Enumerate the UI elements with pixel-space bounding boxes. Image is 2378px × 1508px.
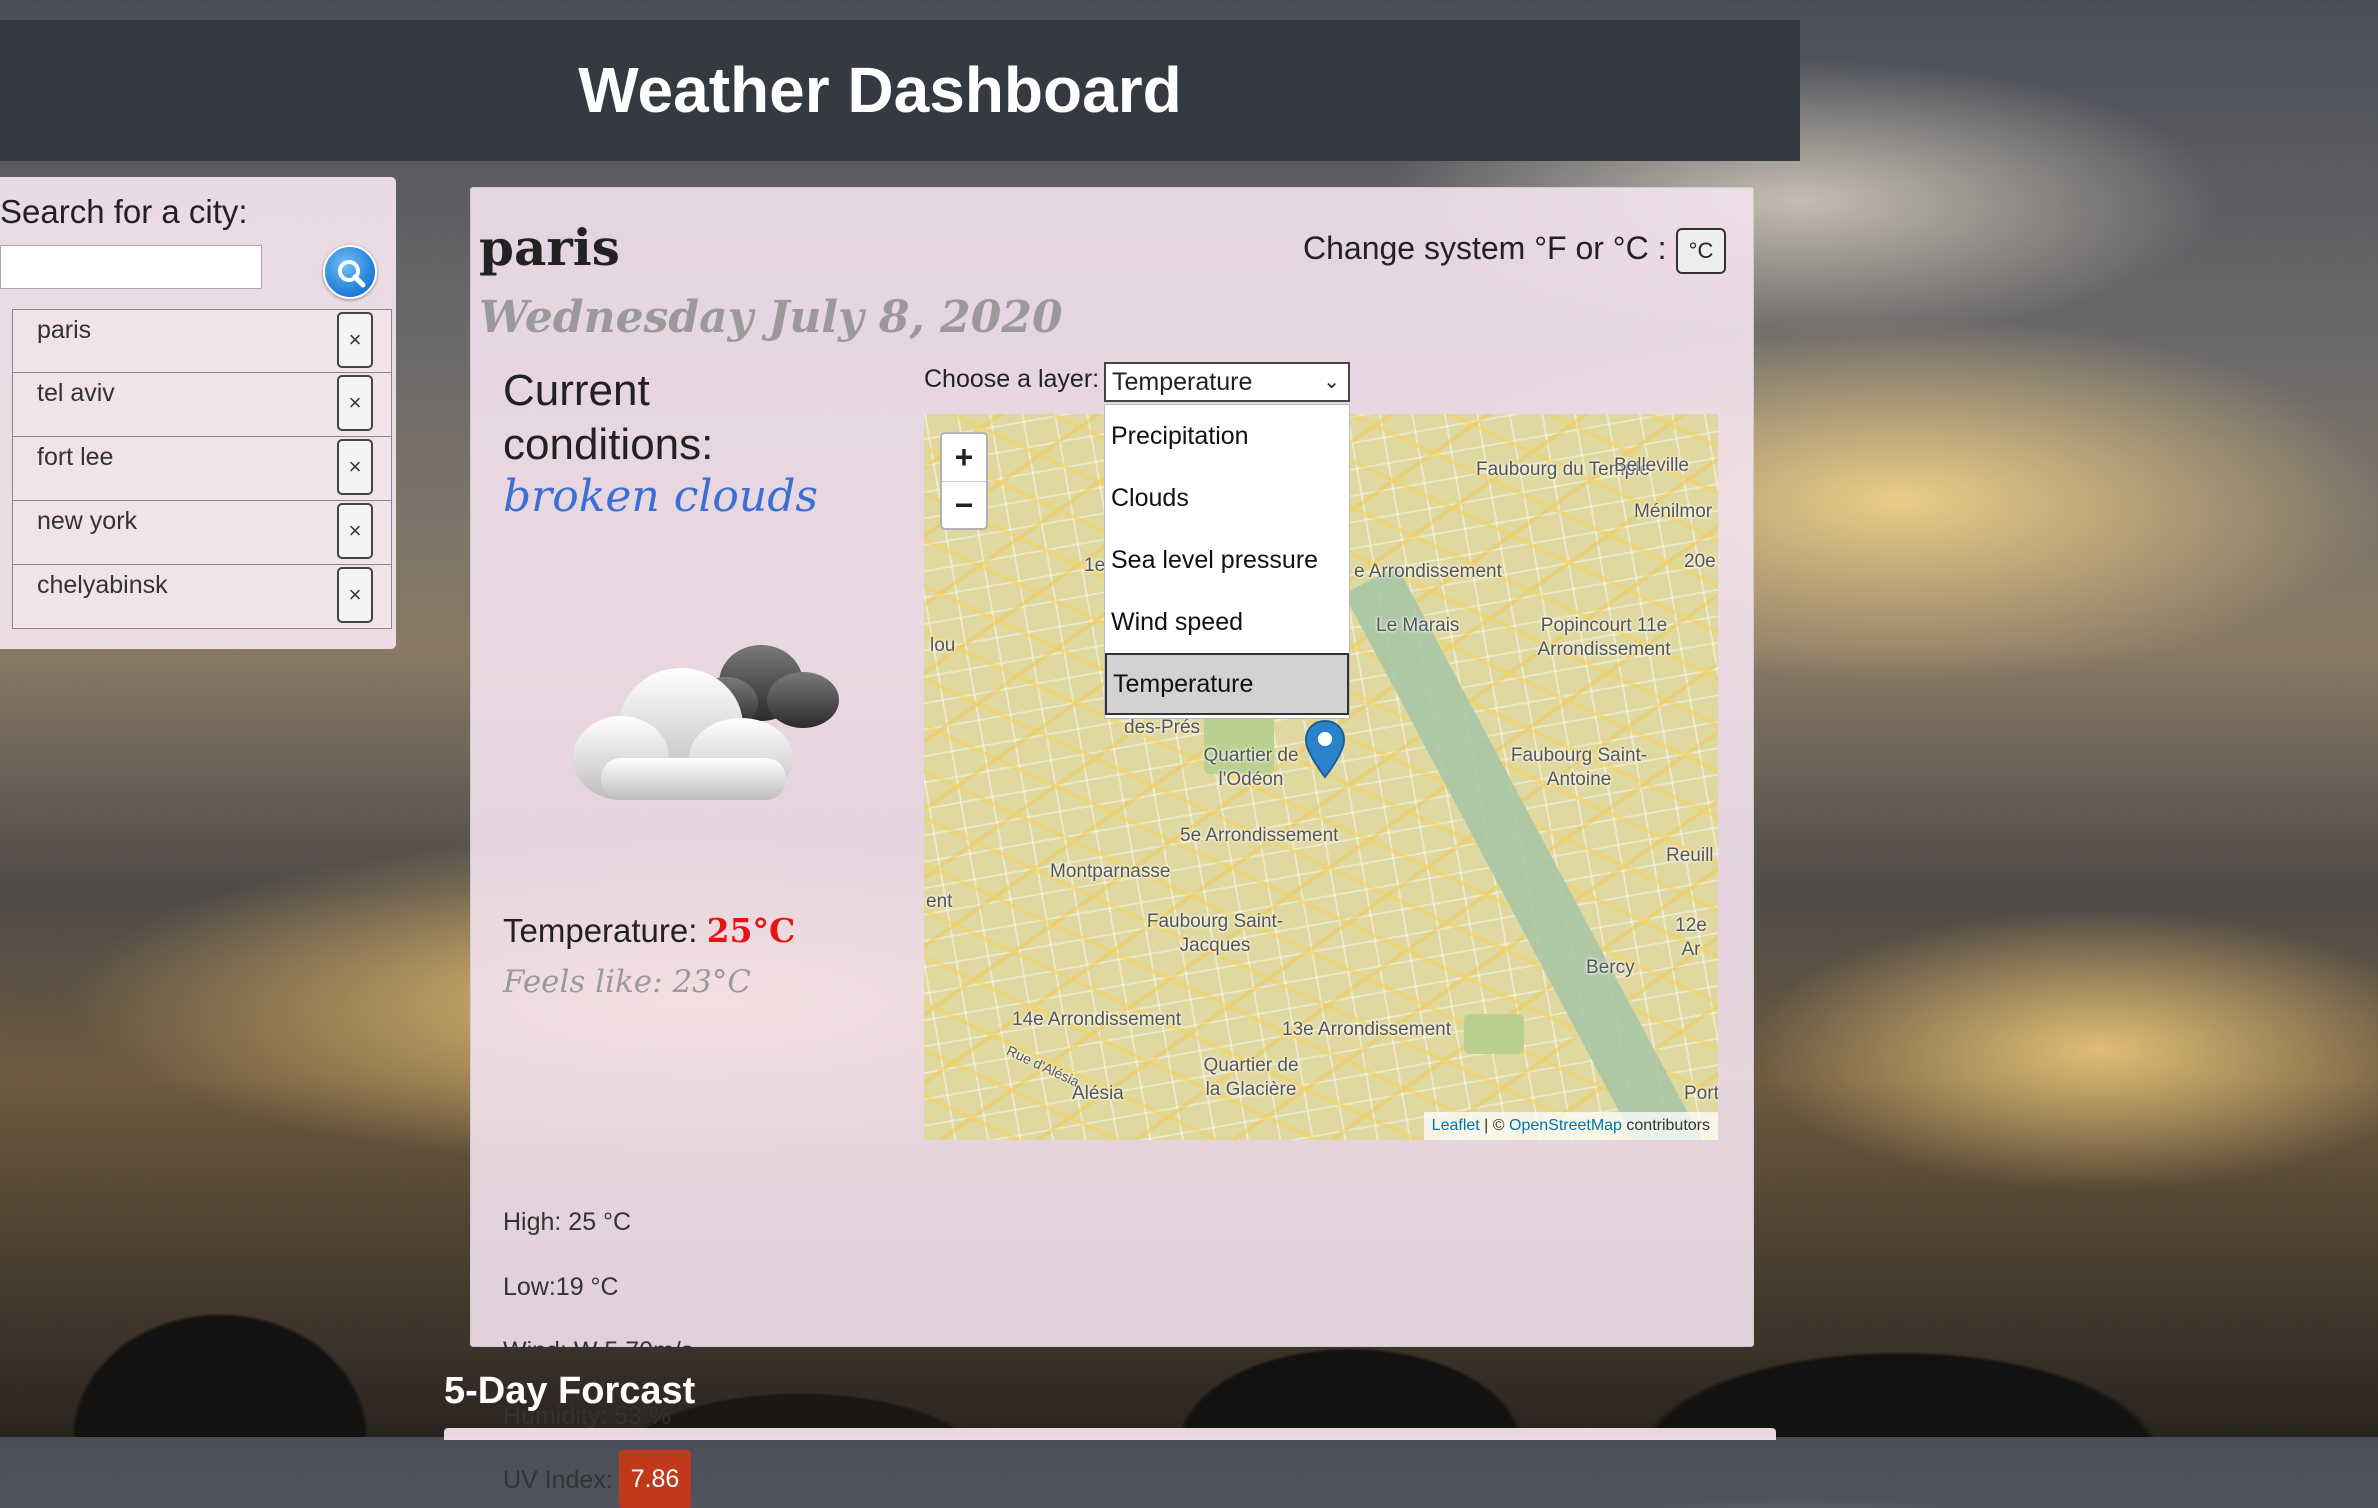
layer-select[interactable]: Temperature ⌄ [1104, 362, 1350, 402]
city-item[interactable]: chelyabinsk × [12, 565, 392, 629]
low-temp: Low:19 °C [503, 1273, 619, 1301]
remove-city-button[interactable]: × [337, 567, 373, 623]
layer-option-temperature[interactable]: Temperature [1105, 653, 1349, 715]
layer-option-clouds[interactable]: Clouds [1105, 467, 1349, 529]
city-name[interactable]: fort lee [37, 443, 113, 472]
forecast-title: 5-Day Forcast [444, 1370, 696, 1412]
city-search-input[interactable] [0, 245, 262, 289]
map-label: 14e Arrondissement [1012, 1009, 1181, 1030]
search-button[interactable] [323, 245, 377, 299]
conditions-description: broken clouds [503, 471, 819, 522]
layer-label: Choose a layer: [924, 365, 1100, 393]
remove-city-button[interactable]: × [337, 439, 373, 495]
remove-city-button[interactable]: × [337, 375, 373, 431]
map-park [1464, 1014, 1524, 1054]
map-label: 12e Ar [1675, 915, 1707, 960]
broken-clouds-icon [573, 645, 839, 800]
conditions-title: Current conditions: [503, 366, 714, 469]
map-attribution: Leaflet | © OpenStreetMap contributors [1423, 1112, 1718, 1140]
layer-option-pressure[interactable]: Sea level pressure [1105, 529, 1349, 591]
city-title: paris [479, 218, 620, 277]
city-item[interactable]: tel aviv × [12, 373, 392, 437]
map-label: Quartier de la Glacière [1203, 1055, 1299, 1100]
map-label: Bercy [1586, 957, 1635, 978]
city-name[interactable]: chelyabinsk [37, 571, 168, 600]
map-label: ent [926, 891, 953, 912]
feels-like: Feels like: 23°C [503, 964, 752, 1000]
map-label: Montparnasse [1050, 861, 1171, 882]
zoom-in-button[interactable]: + [942, 434, 986, 482]
forecast-panel [444, 1428, 1776, 1440]
map-label: 5e Arrondissement [1180, 825, 1339, 846]
map-label: 1e [1084, 555, 1106, 576]
leaflet-link[interactable]: Leaflet [1432, 1117, 1480, 1134]
map-label: Faubourg Saint-Antoine [1510, 745, 1648, 790]
map-label: 13e Arrondissement [1282, 1019, 1451, 1040]
map-label: Port [1684, 1083, 1718, 1104]
current-weather-panel: paris Wednesday July 8, 2020 Change syst… [470, 187, 1754, 1508]
map-label: Ménilmor [1634, 501, 1713, 522]
city-item[interactable]: fort lee × [12, 437, 392, 501]
map-label: Faubourg Saint-Jacques [1146, 911, 1284, 956]
city-item[interactable]: new york × [12, 501, 392, 565]
city-history-list: paris × tel aviv × fort lee × new york ×… [12, 309, 392, 629]
map-label: 20e [1684, 551, 1716, 572]
map-label: Quartier de l'Odéon [1203, 745, 1299, 790]
map-label: e Arrondissement [1354, 561, 1502, 582]
search-title: Search for a city: [0, 193, 248, 230]
city-search-panel: Search for a city: paris × tel aviv × fo… [0, 177, 396, 649]
temperature-label: Temperature: [503, 912, 698, 949]
zoom-out-button[interactable]: − [942, 482, 986, 529]
city-name[interactable]: paris [37, 316, 91, 345]
uv-label: UV Index: [503, 1466, 613, 1494]
uv-index-badge: 7.86 [619, 1450, 691, 1508]
remove-city-button[interactable]: × [337, 503, 373, 559]
osm-link[interactable]: OpenStreetMap [1509, 1117, 1622, 1134]
chevron-down-icon: ⌄ [1323, 371, 1340, 393]
map-label: Belleville [1614, 455, 1689, 476]
wind: Wind: W 5.70m/s [503, 1337, 694, 1365]
city-name[interactable]: new york [37, 507, 137, 536]
layer-selected-value: Temperature [1112, 368, 1253, 396]
layer-option-precipitation[interactable]: Precipitation [1105, 405, 1349, 467]
map-label: Alésia [1072, 1083, 1124, 1104]
layer-dropdown-menu: Precipitation Clouds Sea level pressure … [1104, 404, 1350, 719]
layer-option-wind[interactable]: Wind speed [1105, 591, 1349, 653]
attribution-separator: | © [1479, 1117, 1509, 1134]
attribution-tail: contributors [1621, 1117, 1710, 1134]
unit-toggle-button[interactable]: °C [1676, 228, 1726, 274]
map-pin-icon[interactable] [1304, 719, 1346, 779]
map-label: Reuill [1666, 845, 1714, 866]
page-title: Weather Dashboard [578, 54, 1182, 126]
city-name[interactable]: tel aviv [37, 379, 115, 408]
unit-toggle-label: Change system °F or °C : [1303, 230, 1667, 266]
map-label: lou [930, 635, 956, 656]
temperature-row: Temperature: 25°C [503, 911, 795, 950]
map-zoom-control: + − [940, 432, 988, 530]
map-label: des-Prés [1124, 717, 1201, 738]
map-label: Le Marais [1376, 615, 1460, 636]
current-date: Wednesday July 8, 2020 [479, 292, 1063, 343]
app-header: Weather Dashboard [0, 20, 1800, 161]
remove-city-button[interactable]: × [337, 312, 373, 368]
temperature-value: 25°C [706, 911, 796, 950]
search-icon [338, 260, 366, 288]
high-temp: High: 25 °C [503, 1208, 632, 1236]
map-label: Popincourt 11e Arrondissement [1537, 615, 1671, 660]
city-item[interactable]: paris × [12, 309, 392, 373]
